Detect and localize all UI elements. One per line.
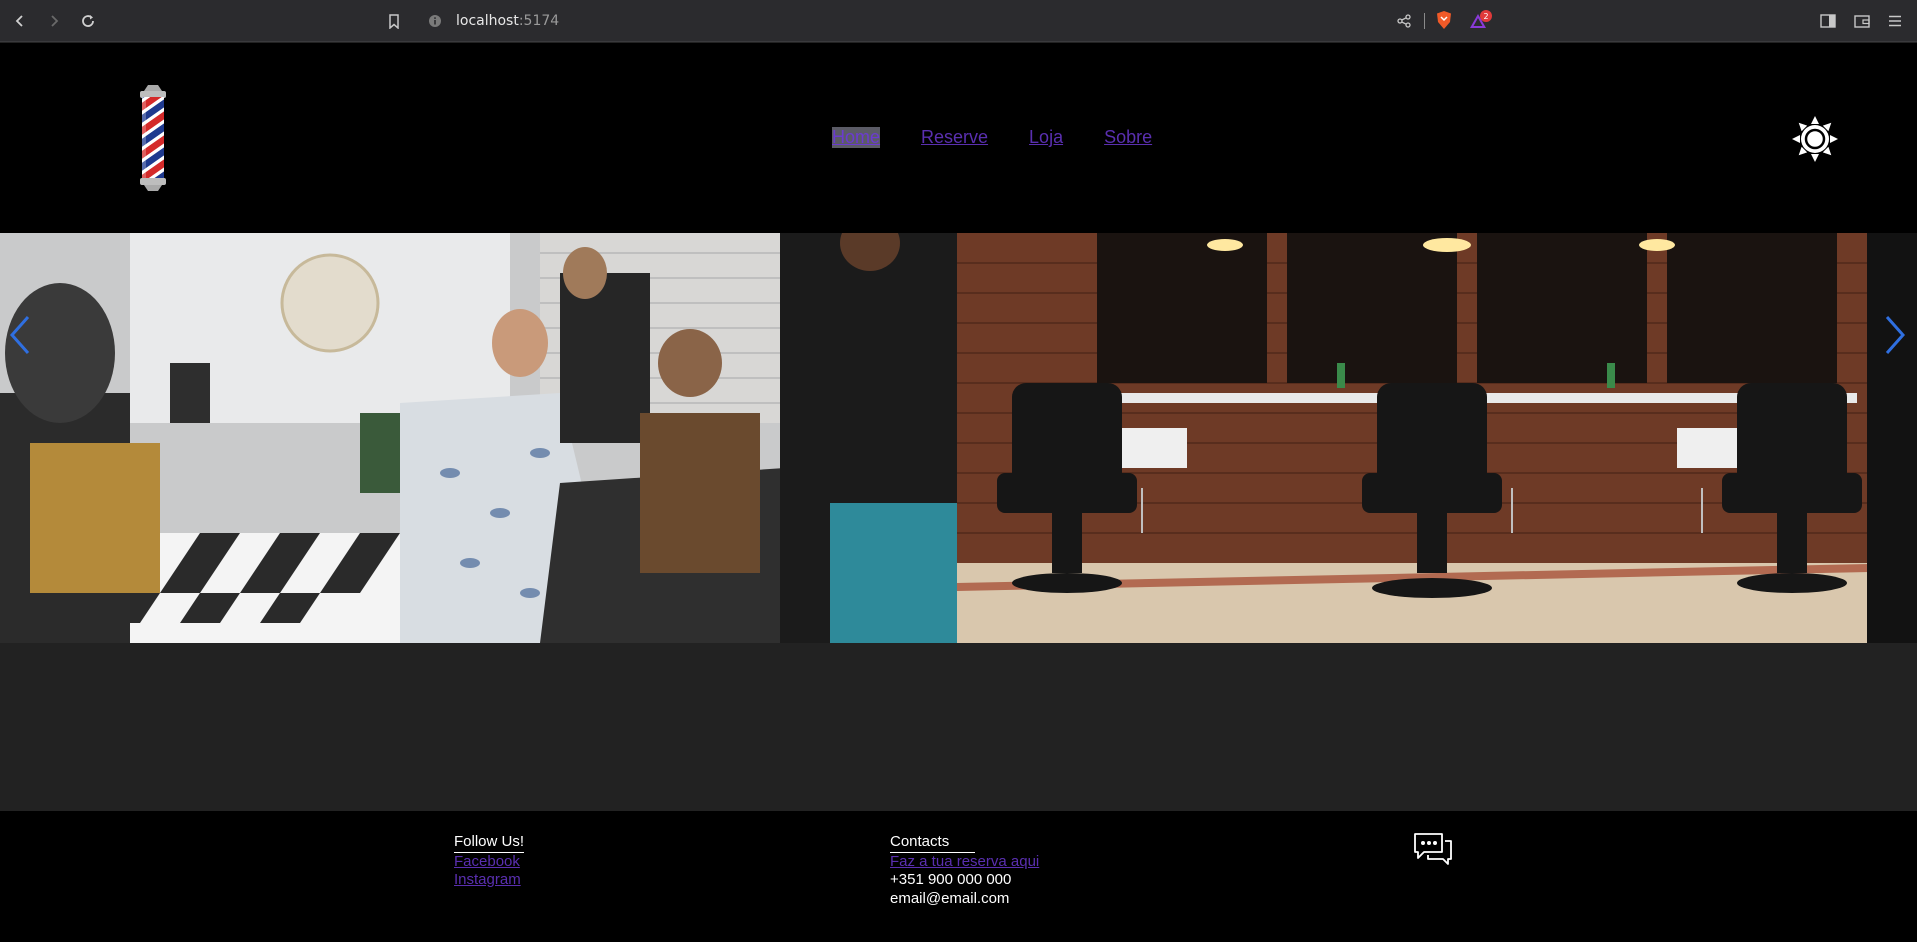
notification-badge: 2 bbox=[1480, 10, 1492, 22]
brave-shield-icon[interactable] bbox=[1434, 10, 1454, 30]
carousel-slide-2 bbox=[957, 233, 1917, 643]
image-carousel[interactable] bbox=[0, 233, 1917, 643]
site-header: Home Reserve Loja Sobre bbox=[0, 43, 1917, 233]
footer-contacts-section: Contacts Faz a tua reserva aqui +351 900… bbox=[890, 833, 1039, 908]
main-nav: Home Reserve Loja Sobre bbox=[832, 127, 1152, 148]
toolbar-divider bbox=[1424, 13, 1425, 29]
barber-pole-icon[interactable] bbox=[136, 83, 170, 193]
wallet-icon[interactable] bbox=[1852, 11, 1872, 31]
follow-title: Follow Us! bbox=[454, 833, 525, 853]
instagram-link[interactable]: Instagram bbox=[454, 871, 524, 890]
carousel-slide-1 bbox=[0, 233, 957, 643]
chevron-right-icon[interactable] bbox=[1881, 313, 1909, 357]
nav-loja-link[interactable]: Loja bbox=[1029, 127, 1063, 148]
site-info-icon[interactable] bbox=[425, 11, 445, 31]
booking-link[interactable]: Faz a tua reserva aqui bbox=[890, 853, 1039, 872]
email-text: email@email.com bbox=[890, 889, 1010, 907]
site-footer: Follow Us! Facebook Instagram Contacts F… bbox=[0, 811, 1917, 942]
url-host: localhost bbox=[456, 13, 519, 29]
url-text: localhost:5174 bbox=[456, 13, 559, 29]
facebook-link[interactable]: Facebook bbox=[454, 853, 524, 872]
menu-icon[interactable] bbox=[1885, 11, 1905, 31]
nav-sobre-link[interactable]: Sobre bbox=[1104, 127, 1152, 148]
share-icon[interactable] bbox=[1394, 11, 1414, 31]
nav-reserve-link[interactable]: Reserve bbox=[921, 127, 988, 148]
chat-bubbles-icon[interactable] bbox=[1412, 831, 1454, 867]
url-port: :5174 bbox=[518, 13, 560, 29]
phone-text: +351 900 000 000 bbox=[890, 871, 1012, 888]
sun-icon[interactable] bbox=[1792, 116, 1838, 162]
browser-toolbar: localhost:5174 2 bbox=[0, 0, 1917, 42]
contacts-title: Contacts bbox=[890, 833, 976, 853]
sidebar-icon[interactable] bbox=[1818, 11, 1838, 31]
reload-icon[interactable] bbox=[76, 9, 100, 33]
page: Home Reserve Loja Sobre Follow Us! Faceb… bbox=[0, 43, 1917, 942]
footer-follow-section: Follow Us! Facebook Instagram bbox=[454, 833, 525, 890]
nav-home-link[interactable]: Home bbox=[832, 127, 881, 148]
address-bar[interactable]: localhost:5174 bbox=[380, 6, 1500, 36]
chevron-left-icon[interactable] bbox=[6, 313, 34, 357]
forward-icon[interactable] bbox=[42, 9, 66, 33]
back-icon[interactable] bbox=[8, 9, 32, 33]
